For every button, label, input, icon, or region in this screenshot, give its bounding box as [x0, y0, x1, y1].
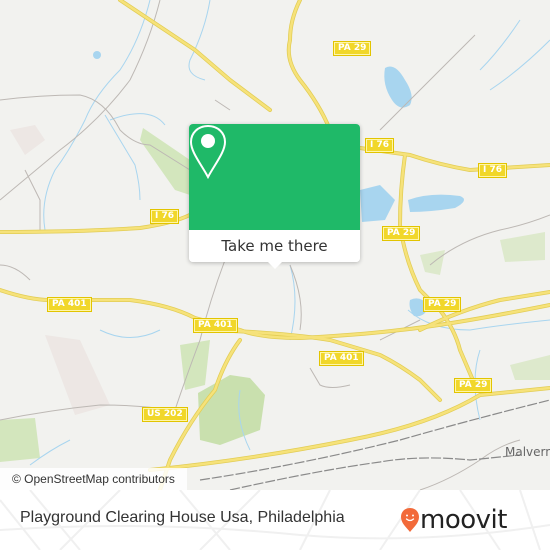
take-me-there-button[interactable]: Take me there — [189, 230, 360, 262]
road-label-pa401: PA 401 — [193, 318, 238, 333]
lake — [408, 194, 464, 212]
land-area — [45, 335, 110, 415]
moovit-logo[interactable]: moovit — [400, 505, 550, 535]
popup-pointer — [266, 260, 284, 269]
popup-header — [189, 124, 360, 230]
moovit-smiley-pin-icon — [401, 508, 419, 532]
map-view[interactable]: PA 29 I 76 I 76 I 76 PA 29 PA 29 PA 29 P… — [0, 0, 550, 490]
road-label-i76: I 76 — [365, 138, 395, 153]
park-area — [510, 355, 550, 380]
road-label-pa29: PA 29 — [333, 41, 372, 56]
park-area — [198, 375, 265, 445]
moovit-logo-text: moovit — [420, 505, 507, 535]
place-label-malvern: Malvern — [505, 445, 550, 459]
map-pin-icon — [189, 124, 227, 180]
land-area — [10, 125, 45, 155]
road-label-i76: I 76 — [478, 163, 508, 178]
location-title: Playground Clearing House Usa, Philadelp… — [20, 509, 345, 526]
road-label-pa29: PA 29 — [454, 378, 493, 393]
road-label-pa29: PA 29 — [423, 297, 462, 312]
location-popup: Take me there — [189, 124, 360, 269]
road-label-pa401: PA 401 — [47, 297, 92, 312]
map-attribution[interactable]: © OpenStreetMap contributors — [0, 468, 187, 490]
lake — [360, 185, 395, 222]
park-area — [0, 418, 40, 462]
road-label-us202: US 202 — [142, 407, 188, 422]
road-label-pa29: PA 29 — [382, 226, 421, 241]
lake — [384, 66, 412, 108]
road-label-i76: I 76 — [150, 209, 180, 224]
park-area — [500, 232, 545, 262]
park-area — [140, 128, 190, 195]
road-label-pa401: PA 401 — [319, 351, 364, 366]
